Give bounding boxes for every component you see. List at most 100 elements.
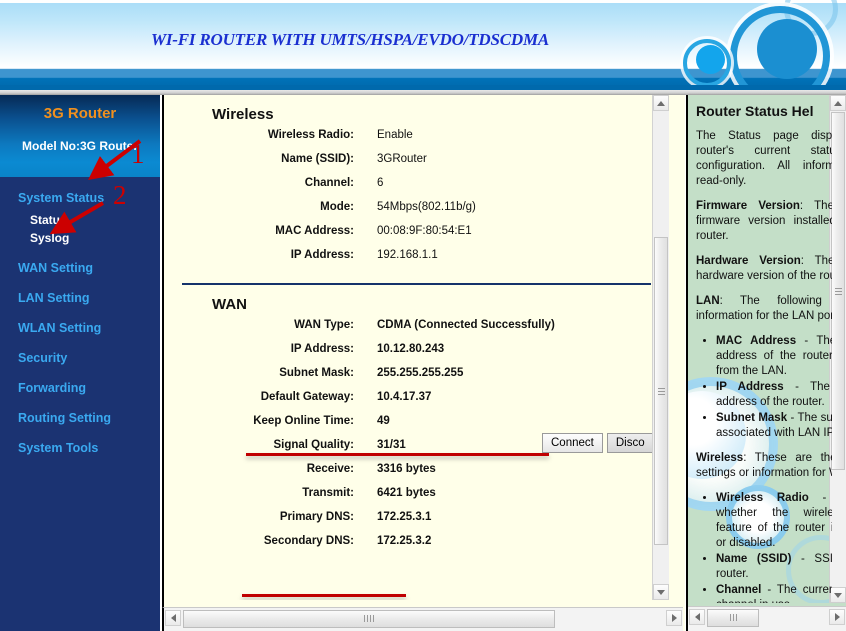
connect-button[interactable]: Connect — [542, 433, 603, 453]
help-term: IP Address — [716, 381, 784, 393]
table-row: Name (SSID): 3GRouter — [164, 153, 669, 177]
sidebar-header: 3G Router Model No:3G Router — [0, 95, 160, 177]
help-horizontal-scrollbar[interactable] — [688, 606, 846, 631]
model-label: Model No:3G Router — [22, 139, 138, 153]
row-value: 3316 bytes — [377, 463, 436, 475]
row-label: Name (SSID): — [281, 153, 354, 165]
disconnect-button[interactable]: Disco — [606, 433, 654, 453]
row-value: 6 — [377, 177, 384, 189]
vertical-scroll-thumb[interactable] — [654, 237, 668, 545]
row-label: Transmit: — [302, 487, 354, 499]
help-vertical-scroll-thumb[interactable] — [831, 112, 845, 470]
help-section-wireless: Wireless: These are the current settings… — [696, 451, 832, 481]
row-value: 6421 bytes — [377, 487, 436, 499]
row-value: 10.4.17.37 — [377, 391, 432, 403]
row-label: Secondary DNS: — [263, 535, 354, 547]
help-scroll-left-button[interactable] — [689, 609, 705, 625]
table-row: Default Gateway: 10.4.17.37 — [164, 391, 669, 415]
grip-icon — [657, 386, 665, 397]
row-value: 172.25.3.1 — [377, 511, 432, 523]
router-admin-page: WI-FI ROUTER WITH UMTS/HSPA/EVDO/TDSCDMA… — [0, 0, 846, 631]
sidebar-item-forwarding[interactable]: Forwarding — [0, 373, 160, 403]
help-section-firmware: Firmware Version: The current firmware v… — [696, 199, 832, 244]
decorative-circle-mid-fill-icon — [696, 45, 725, 74]
chevron-down-icon — [657, 589, 665, 595]
row-value: 31/31 — [377, 439, 406, 451]
row-label: WAN Type: — [294, 319, 354, 331]
help-scroll-up-button[interactable] — [830, 95, 846, 111]
table-row: Transmit: 6421 bytes — [164, 487, 669, 511]
sidebar-item-routing-setting[interactable]: Routing Setting — [0, 403, 160, 433]
row-value: 10.12.80.243 — [377, 343, 445, 355]
list-item: IP Address - The LAN IP address of the r… — [716, 380, 832, 410]
horizontal-scroll-thumb[interactable] — [183, 610, 555, 628]
page-header: WI-FI ROUTER WITH UMTS/HSPA/EVDO/TDSCDMA — [0, 0, 846, 90]
row-value: 3GRouter — [377, 153, 427, 165]
row-label: Channel: — [304, 177, 354, 189]
help-lan-bullets: MAC Address - The physical address of th… — [694, 334, 832, 441]
main-vertical-scrollbar[interactable] — [652, 95, 669, 600]
grip-icon — [363, 610, 375, 628]
sidebar-item-wlan-setting[interactable]: WLAN Setting — [0, 313, 160, 343]
help-term: Wireless — [696, 452, 744, 464]
sidebar-item-system-status[interactable]: System Status — [0, 183, 160, 213]
main-content-panel: Wireless Wireless Radio: Enable Name (SS… — [162, 95, 685, 631]
scroll-right-button[interactable] — [666, 610, 682, 626]
sidebar: 3G Router Model No:3G Router System Stat… — [0, 95, 160, 631]
help-term: Channel — [716, 584, 762, 596]
scroll-left-button[interactable] — [165, 610, 181, 626]
help-intro: The Status page displays the router's cu… — [696, 130, 832, 187]
help-scroll-right-button[interactable] — [829, 609, 845, 625]
sidebar-item-wan-setting[interactable]: WAN Setting — [0, 253, 160, 283]
chevron-right-icon — [671, 614, 677, 622]
sidebar-item-security[interactable]: Security — [0, 343, 160, 373]
row-value: 192.168.1.1 — [377, 249, 438, 261]
help-term: Firmware Version — [696, 200, 800, 212]
row-label: MAC Address: — [275, 225, 354, 237]
brand-label: 3G Router — [43, 105, 117, 122]
scroll-up-button[interactable] — [653, 95, 669, 111]
help-section-hardware: Hardware Version: The current hardware v… — [696, 254, 832, 284]
chevron-up-icon — [657, 100, 665, 106]
help-title: Router Status Hel — [696, 103, 814, 119]
header-top-line — [0, 0, 846, 3]
sidebar-item-syslog[interactable]: Syslog — [0, 229, 160, 247]
help-text-body: Router Status Hel The Status page displa… — [694, 103, 832, 603]
chevron-left-icon — [170, 614, 176, 622]
row-value: 49 — [377, 415, 390, 427]
row-label: Subnet Mask: — [279, 367, 354, 379]
row-label: Signal Quality: — [273, 439, 354, 451]
row-label: Keep Online Time: — [253, 415, 354, 427]
main-horizontal-scrollbar[interactable] — [162, 607, 683, 631]
table-row: MAC Address: 00:08:9F:80:54:E1 — [164, 225, 669, 249]
chevron-down-icon — [834, 592, 842, 598]
help-panel: Router Status Hel The Status page displa… — [686, 95, 846, 631]
help-wireless-bullets: Wireless Radio - Indicates whether the w… — [694, 491, 832, 603]
help-horizontal-scroll-thumb[interactable] — [707, 609, 759, 627]
table-row: Primary DNS: 172.25.3.1 — [164, 511, 669, 535]
annotation-underline-signal-quality — [242, 594, 406, 597]
help-term: LAN — [696, 295, 720, 307]
sidebar-item-status[interactable]: Status — [0, 211, 160, 229]
row-value: Enable — [377, 129, 413, 141]
help-scroll-down-button[interactable] — [830, 587, 846, 603]
page-title: WI-FI ROUTER WITH UMTS/HSPA/EVDO/TDSCDMA — [150, 30, 550, 49]
row-label: IP Address: — [290, 249, 354, 261]
table-row: Wireless Radio: Enable — [164, 129, 669, 153]
chevron-left-icon — [694, 613, 700, 621]
list-item: MAC Address - The physical address of th… — [716, 334, 832, 379]
scroll-down-button[interactable] — [653, 584, 669, 600]
sidebar-item-lan-setting[interactable]: LAN Setting — [0, 283, 160, 313]
status-content: Wireless Wireless Radio: Enable Name (SS… — [164, 95, 669, 600]
help-term: Hardware Version — [696, 255, 801, 267]
table-row: WAN Type: CDMA (Connected Successfully) — [164, 319, 669, 343]
help-term: Subnet Mask — [716, 412, 788, 424]
row-label: Mode: — [320, 201, 354, 213]
sidebar-item-system-tools[interactable]: System Tools — [0, 433, 160, 463]
wireless-section-title: Wireless — [212, 106, 274, 123]
wan-section-title: WAN — [212, 296, 247, 313]
help-term: Name (SSID) — [716, 553, 792, 565]
row-label: IP Address: — [290, 343, 354, 355]
help-content: Router Status Hel The Status page displa… — [688, 95, 832, 603]
table-row: Receive: 3316 bytes — [164, 463, 669, 487]
